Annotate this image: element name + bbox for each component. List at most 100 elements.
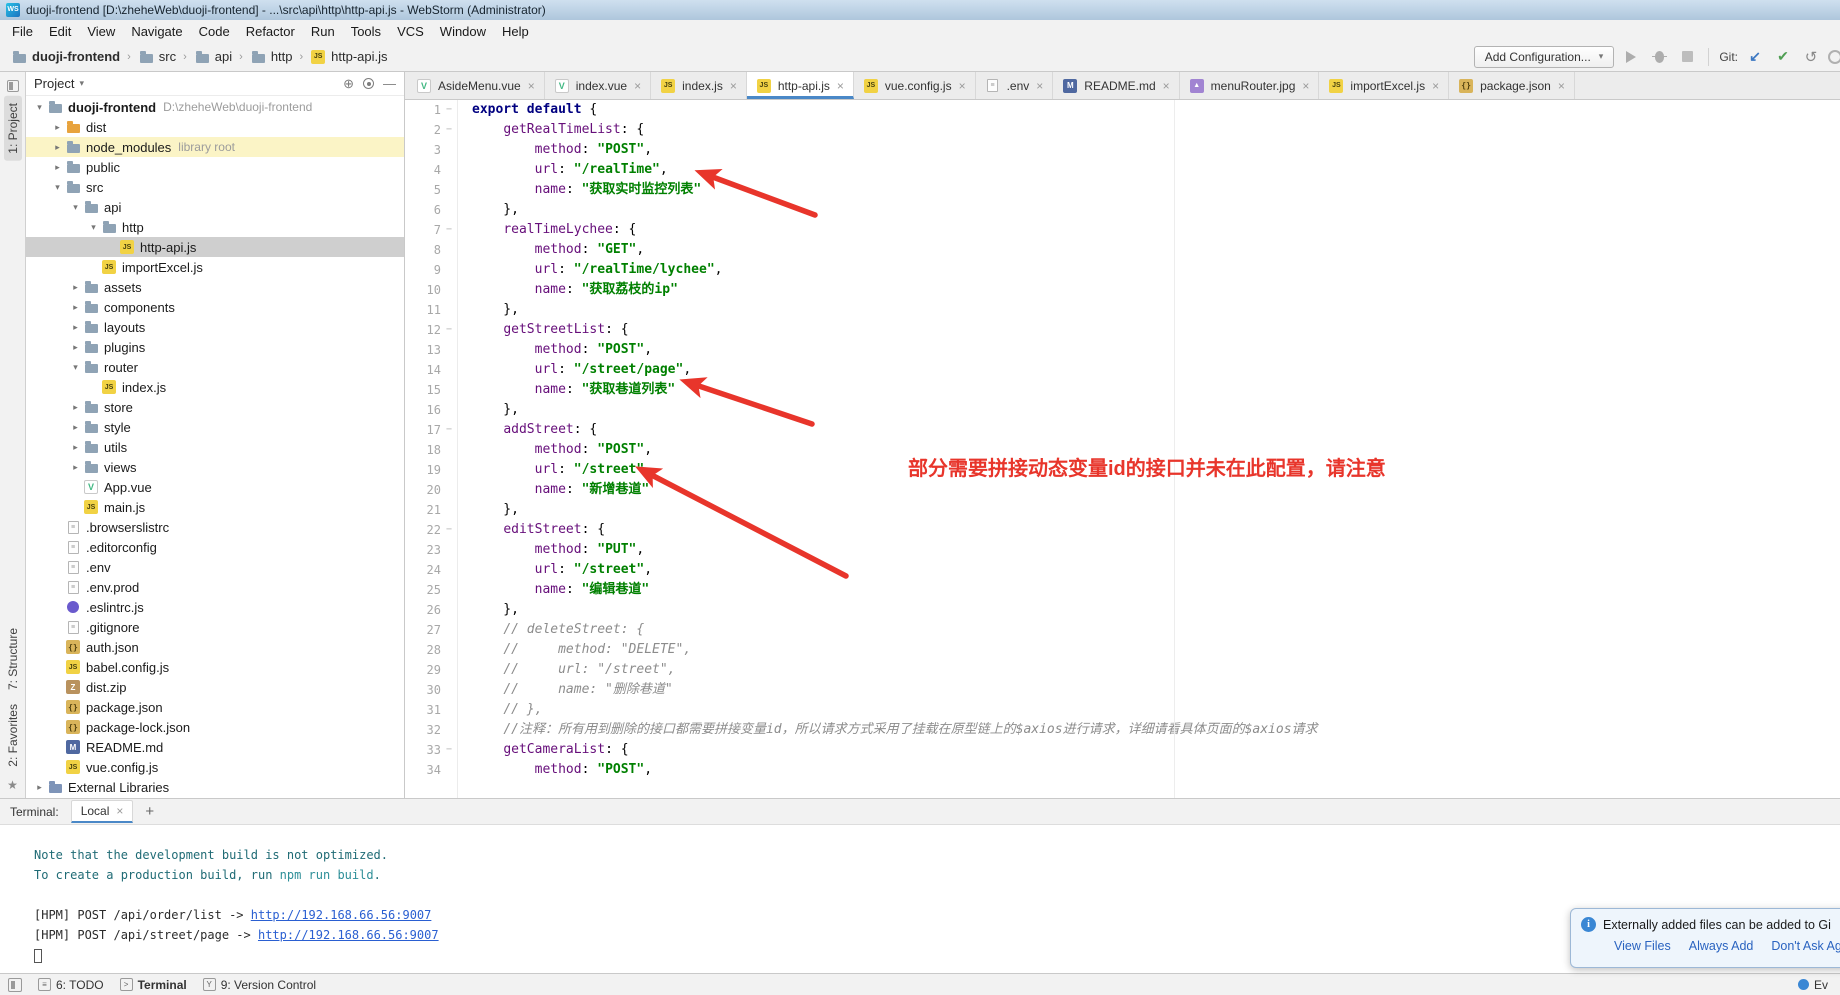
fold-marker-icon[interactable]: − [444, 100, 454, 120]
status-item-terminal[interactable]: >Terminal [120, 978, 187, 992]
breadcrumb-item[interactable]: src [135, 48, 179, 66]
new-terminal-button[interactable]: + [145, 803, 154, 820]
tree-arrow-icon[interactable]: ▸ [32, 782, 47, 793]
close-icon[interactable]: × [634, 79, 641, 93]
tree-arrow-icon[interactable]: ▸ [50, 122, 65, 133]
editor-tab[interactable]: importExcel.js× [1319, 72, 1449, 99]
git-commit-button[interactable]: ✔ [1772, 46, 1794, 68]
tree-row[interactable]: ▸External Libraries [26, 777, 404, 797]
tree-row[interactable]: ▸store [26, 397, 404, 417]
tree-row[interactable]: README.md [26, 737, 404, 757]
terminal-link[interactable]: http://192.168.66.56:9007 [258, 928, 439, 942]
hide-panel-icon[interactable]: — [383, 76, 396, 91]
menu-item-view[interactable]: View [79, 22, 123, 41]
tree-arrow-icon[interactable]: ▸ [68, 462, 83, 473]
close-icon[interactable]: × [837, 79, 844, 93]
tree-row[interactable]: ▸components [26, 297, 404, 317]
tree-arrow-icon[interactable]: ▾ [68, 362, 83, 373]
notification-action-link[interactable]: View Files [1614, 939, 1671, 953]
tree-arrow-icon[interactable]: ▸ [68, 302, 83, 313]
editor-tab[interactable]: .env× [976, 72, 1054, 99]
tree-row[interactable]: ▸style [26, 417, 404, 437]
locate-file-icon[interactable]: ⊕ [343, 76, 354, 92]
tree-row[interactable]: ▾http [26, 217, 404, 237]
editor-tab[interactable]: AsideMenu.vue× [407, 72, 545, 99]
status-item-vcs[interactable]: Y9: Version Control [203, 978, 316, 992]
tree-row[interactable]: ▸plugins [26, 337, 404, 357]
code-area[interactable]: export default { getRealTimeList: { meth… [458, 100, 1840, 798]
tree-row[interactable]: ▾api [26, 197, 404, 217]
tree-row[interactable]: main.js [26, 497, 404, 517]
tree-row[interactable]: .browserslistrc [26, 517, 404, 537]
menu-item-tools[interactable]: Tools [343, 22, 389, 41]
close-icon[interactable]: × [116, 804, 123, 818]
breadcrumb-item[interactable]: duoji-frontend [8, 48, 123, 66]
tree-row[interactable]: ▸node_moduleslibrary root [26, 137, 404, 157]
tree-row[interactable]: ▸dist [26, 117, 404, 137]
fold-marker-icon[interactable]: − [444, 220, 454, 240]
tree-row[interactable]: ▸views [26, 457, 404, 477]
fold-marker-icon[interactable]: − [444, 320, 454, 340]
tree-row[interactable]: ▾router [26, 357, 404, 377]
debug-button[interactable] [1648, 46, 1670, 68]
tree-row[interactable]: .eslintrc.js [26, 597, 404, 617]
terminal-link[interactable]: http://192.168.66.56:9007 [251, 908, 432, 922]
tree-arrow-icon[interactable]: ▸ [68, 342, 83, 353]
menu-item-navigate[interactable]: Navigate [123, 22, 190, 41]
tree-arrow-icon[interactable]: ▸ [68, 322, 83, 333]
tree-row[interactable]: importExcel.js [26, 257, 404, 277]
status-bar-right[interactable]: Ev [1798, 978, 1832, 992]
close-icon[interactable]: × [959, 79, 966, 93]
tree-arrow-icon[interactable]: ▸ [68, 402, 83, 413]
tree-arrow-icon[interactable]: ▸ [68, 442, 83, 453]
tree-row[interactable]: babel.config.js [26, 657, 404, 677]
terminal-output[interactable]: Note that the development build is not o… [0, 825, 1840, 973]
tree-arrow-icon[interactable]: ▾ [32, 102, 47, 113]
fold-marker-icon[interactable]: − [444, 740, 454, 760]
tool-window-switcher-icon[interactable] [8, 978, 22, 992]
editor-tab[interactable]: http-api.js× [747, 72, 854, 99]
git-update-button[interactable]: ↙ [1744, 46, 1766, 68]
notification-action-link[interactable]: Don't Ask Agai [1771, 939, 1840, 953]
menu-item-code[interactable]: Code [191, 22, 238, 41]
close-icon[interactable]: × [1163, 79, 1170, 93]
close-icon[interactable]: × [1036, 79, 1043, 93]
tree-row[interactable]: .gitignore [26, 617, 404, 637]
tree-row[interactable]: package-lock.json [26, 717, 404, 737]
tree-row[interactable]: .env.prod [26, 577, 404, 597]
tree-arrow-icon[interactable]: ▸ [68, 422, 83, 433]
fold-marker-icon[interactable]: − [444, 120, 454, 140]
tree-row[interactable]: ▾duoji-frontendD:\zheheWeb\duoji-fronten… [26, 97, 404, 117]
menu-item-edit[interactable]: Edit [41, 22, 79, 41]
gear-icon[interactable] [363, 78, 374, 89]
breadcrumb-item[interactable]: http-api.js [307, 48, 390, 66]
tree-row[interactable]: dist.zip [26, 677, 404, 697]
tree-arrow-icon[interactable]: ▾ [86, 222, 101, 233]
project-panel-header[interactable]: Project ▾ ⊕ — [26, 72, 404, 96]
status-item-todo[interactable]: ≡6: TODO [38, 978, 104, 992]
editor-tab[interactable]: index.vue× [545, 72, 651, 99]
tree-row[interactable]: ▸utils [26, 437, 404, 457]
tree-row[interactable]: auth.json [26, 637, 404, 657]
tree-arrow-icon[interactable]: ▾ [68, 202, 83, 213]
tree-row[interactable]: ▸public [26, 157, 404, 177]
fold-marker-icon[interactable]: − [444, 520, 454, 540]
tree-arrow-icon[interactable]: ▸ [50, 162, 65, 173]
close-icon[interactable]: × [1302, 79, 1309, 93]
tree-row[interactable]: package.json [26, 697, 404, 717]
history-button[interactable]: ↺ [1800, 46, 1822, 68]
clipped-toolbar-icon[interactable] [1828, 50, 1840, 64]
tree-row[interactable]: ▸layouts [26, 317, 404, 337]
add-configuration-button[interactable]: Add Configuration... ▾ [1474, 46, 1615, 68]
tree-row[interactable]: index.js [26, 377, 404, 397]
close-icon[interactable]: × [1432, 79, 1439, 93]
stop-button[interactable] [1676, 46, 1698, 68]
activity-item[interactable]: 1: Project [4, 96, 22, 161]
editor-body[interactable]: 1−2−34567−89101112−1314151617−1819202122… [405, 100, 1840, 798]
breadcrumb-item[interactable]: api [191, 48, 235, 66]
tree-row[interactable]: .editorconfig [26, 537, 404, 557]
menu-item-file[interactable]: File [4, 22, 41, 41]
close-icon[interactable]: × [1558, 79, 1565, 93]
terminal-tab-local[interactable]: Local × [71, 800, 134, 823]
menu-item-vcs[interactable]: VCS [389, 22, 432, 41]
